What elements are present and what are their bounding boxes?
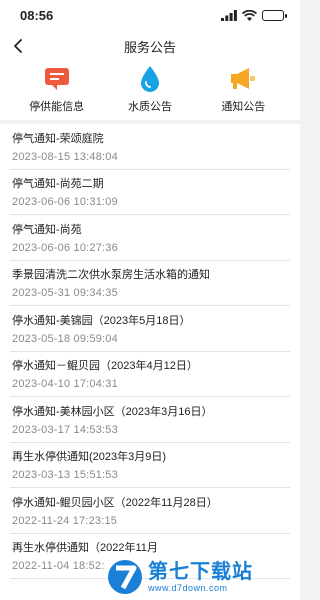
back-arrow-icon[interactable] — [10, 37, 28, 55]
notice-item[interactable]: 停气通知-尚苑二期 2023-06-06 10:31:09 — [10, 170, 290, 215]
notice-date: 2023-06-06 10:31:09 — [12, 196, 118, 209]
notice-date: 2023-05-31 09:34:35 — [12, 287, 118, 300]
notice-date: 2022-11-24 17:23:15 — [12, 514, 118, 527]
notice-item[interactable]: 停气通知-荣颂庭院 2023-08-15 13:48:04 — [10, 124, 290, 170]
notice-date: 2023-05-18 09:59:04 — [12, 332, 118, 345]
notice-message-icon — [42, 64, 72, 94]
status-time: 08:56 — [20, 7, 54, 23]
signal-icon — [221, 9, 237, 21]
notice-item[interactable]: 停水通知-美锦园（2023年5月18日） 2023-05-18 09:59:04 — [10, 306, 290, 352]
wifi-icon — [242, 9, 257, 21]
notice-title: 停水通知-美林园小区（2023年3月16日） — [12, 405, 213, 418]
notice-item[interactable]: 停水通知-美林园小区（2023年3月16日） 2023-03-17 14:53:5… — [10, 397, 290, 443]
notice-title: 停气通知-尚苑 — [12, 223, 82, 236]
notice-date: 2023-03-13 15:51:53 — [12, 469, 118, 482]
status-icons — [221, 9, 287, 21]
category-outage-info[interactable]: 停供能信息 — [17, 62, 97, 120]
notice-list: 停气通知-荣颂庭院 2023-08-15 13:48:04 停气通知-尚苑二期 202… — [0, 124, 300, 600]
status-bar: 08:56 — [0, 0, 300, 30]
notice-title: 再生水停供通知（2022年11月 — [12, 542, 158, 555]
notice-date: 2023-08-15 13:48:04 — [12, 150, 118, 163]
notice-title: 停气通知-荣颂庭院 — [12, 132, 104, 145]
category-water-quality[interactable]: 水质公告 — [110, 62, 190, 120]
nav-bar: 服务公告 — [0, 30, 300, 62]
category-notices[interactable]: 通知公告 — [203, 62, 283, 120]
notice-item[interactable]: 停气通知-尚苑 2023-06-06 10:27:36 — [10, 215, 290, 261]
category-label: 停供能信息 — [29, 101, 85, 113]
notice-title: 停水通知－鲲贝园（2023年4月12日） — [12, 360, 198, 373]
water-drop-icon — [135, 64, 165, 94]
category-tabs: 停供能信息 水质公告 通知公告 — [0, 62, 300, 120]
category-label: 通知公告 — [221, 101, 266, 113]
notice-item[interactable]: 停水通知-鲲贝园小区（2022年11月28日） 2022-11-24 17:23:… — [10, 488, 290, 534]
notice-date: 2023-06-06 10:27:36 — [12, 241, 118, 254]
notice-date: 2023-03-17 14:53:53 — [12, 423, 118, 436]
notice-item[interactable]: 季景园清洗二次供水泵房生活水箱的通知 2023-05-31 09:34:35 — [10, 261, 290, 306]
notice-item[interactable]: 再生水停供通知(2023年3月9日) 2023-03-13 15:51:53 — [10, 443, 290, 488]
watermark-url: www.d7down.com — [148, 583, 228, 593]
watermark-text: 第七下载站 www.d7down.com — [148, 561, 253, 593]
page-title: 服务公告 — [123, 39, 176, 55]
notice-title: 停水通知-美锦园（2023年5月18日） — [12, 314, 191, 327]
megaphone-icon — [228, 64, 258, 94]
notice-title: 停水通知-鲲贝园小区（2022年11月28日） — [12, 496, 218, 509]
notice-date: 2023-04-10 17:04:31 — [12, 378, 118, 391]
battery-icon — [262, 9, 287, 21]
category-label: 水质公告 — [127, 101, 172, 113]
notice-title: 停气通知-尚苑二期 — [12, 178, 104, 191]
notice-title: 季景园清洗二次供水泵房生活水箱的通知 — [12, 269, 210, 282]
notice-title: 再生水停供通知(2023年3月9日) — [12, 451, 167, 464]
watermark-name: 第七下载站 — [148, 561, 253, 583]
watermark: 第七下载站 www.d7down.com — [106, 558, 294, 596]
notice-item[interactable]: 停水通知－鲲贝园（2023年4月12日） 2023-04-10 17:04:31 — [10, 352, 290, 397]
watermark-logo-icon — [108, 560, 142, 594]
